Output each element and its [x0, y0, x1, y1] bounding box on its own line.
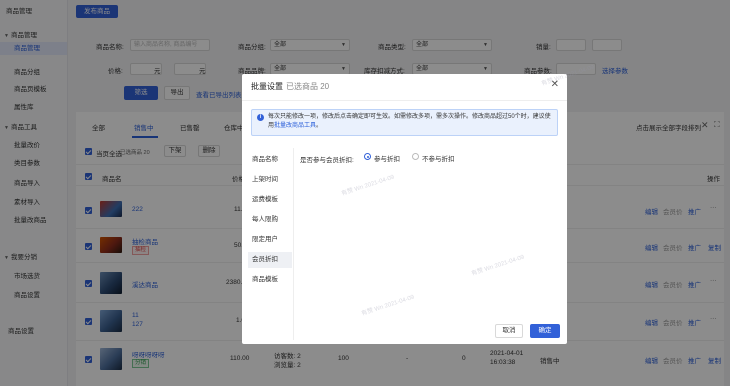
confirm-button[interactable]: 确定: [530, 324, 560, 338]
info-icon: i: [257, 114, 264, 121]
menu-item-goods-name[interactable]: 商品名称: [248, 152, 292, 168]
menu-item-goods-template[interactable]: 商品模板: [248, 272, 292, 288]
divider: [242, 100, 567, 101]
modal-title: 批量设置 已选商品 20: [251, 82, 330, 91]
menu-item-member-discount[interactable]: 会员折扣: [248, 252, 292, 268]
notice-text: 每次只能修改一项，修改后点击确定即可生效。如需修改多项，需多次操作。修改商品超过…: [268, 114, 551, 129]
menu-item-listing-time[interactable]: 上架时间: [248, 172, 292, 188]
menu-item-freight-template[interactable]: 运费模板: [248, 192, 292, 208]
cancel-button[interactable]: 取消: [495, 324, 523, 338]
radio-not-participate[interactable]: [412, 153, 419, 160]
member-discount-label: 是否参与会员折扣:: [300, 157, 354, 164]
batch-edit-tool-link[interactable]: 批量改商品工具: [274, 123, 316, 129]
radio-participate-label[interactable]: 参与折扣: [374, 153, 400, 163]
notice-banner: i 每次只能修改一项，修改后点击确定即可生效。如需修改多项，需多次操作。修改商品…: [251, 109, 558, 136]
radio-participate[interactable]: [364, 153, 371, 160]
settings-menu: 商品名称 上架时间 运费模板 每人限购 限定用户 会员折扣 商品模板: [248, 148, 294, 340]
menu-item-purchase-limit[interactable]: 每人限购: [248, 212, 292, 228]
radio-not-participate-label[interactable]: 不参与折扣: [422, 153, 455, 163]
menu-item-restricted-users[interactable]: 限定用户: [248, 232, 292, 248]
